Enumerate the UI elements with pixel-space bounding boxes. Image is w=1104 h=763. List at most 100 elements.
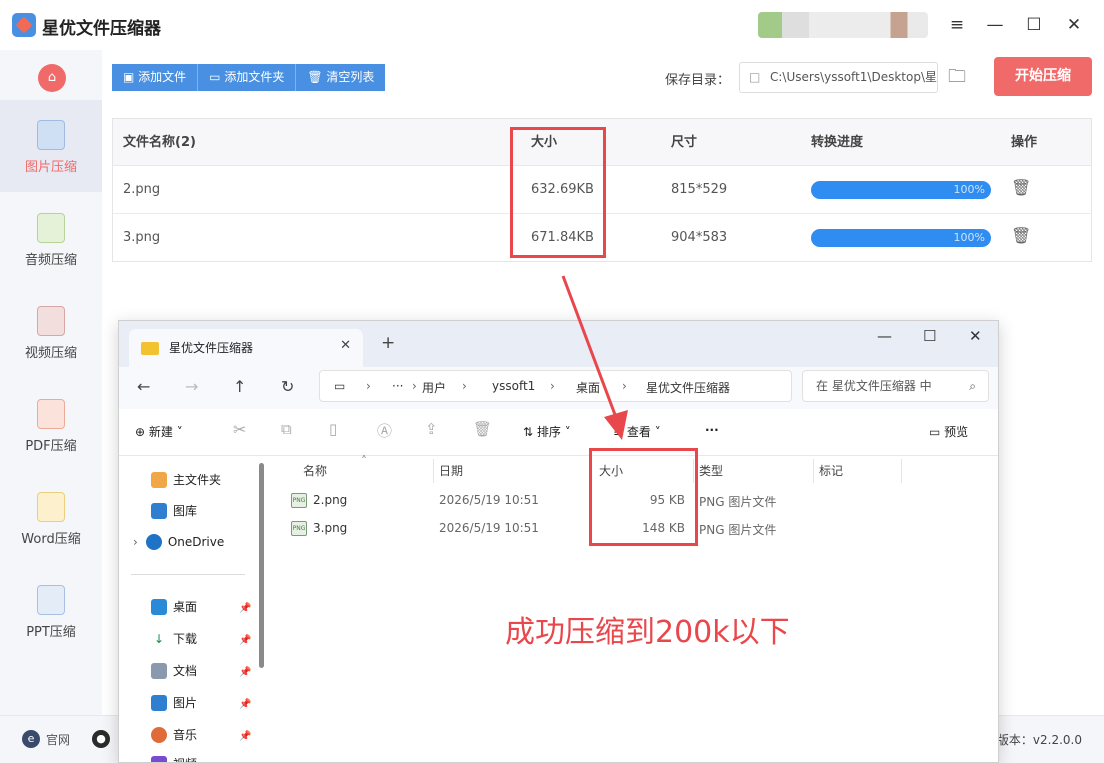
rename-icon[interactable]: Ⓐ — [377, 420, 392, 441]
explorer-nav-pane: 主文件夹 图库 › OneDrive 桌面 ↓ 下载 文档 图片 音乐 视频 📌 📌… — [119, 457, 271, 762]
refresh-icon[interactable]: ↻ — [281, 377, 294, 396]
breadcrumb-desktop[interactable]: 桌面 — [576, 379, 600, 396]
sidebar-item-word[interactable]: Word压缩 — [0, 472, 102, 564]
sidebar-item-video[interactable]: 视频压缩 — [0, 286, 102, 378]
progress-bar: 100% — [811, 181, 991, 199]
add-folder-button[interactable]: ▭ 添加文件夹 — [198, 64, 297, 91]
column-header-dimensions: 尺寸 — [671, 135, 698, 150]
nav-item-onedrive[interactable]: › OneDrive — [133, 534, 224, 550]
nav-item-gallery[interactable]: 图库 — [151, 502, 197, 519]
cut-icon[interactable]: ✂ — [233, 420, 246, 439]
delete-icon[interactable]: 🗑 — [473, 420, 492, 438]
preview-label: 预览 — [944, 425, 969, 439]
png-file-icon: PNG — [291, 493, 307, 508]
explorer-close-button[interactable]: ✕ — [969, 327, 982, 345]
breadcrumb-user[interactable]: yssoft1 — [492, 379, 535, 393]
nav-item-label: 视频 — [173, 755, 197, 762]
minimize-button[interactable]: — — [982, 12, 1008, 38]
audio-icon — [37, 213, 65, 243]
nav-item-videos[interactable]: 视频 — [151, 755, 197, 762]
progress-text: 100% — [953, 231, 985, 244]
new-button[interactable]: ⊕ 新建 ˅ — [135, 423, 183, 440]
nav-item-desktop[interactable]: 桌面 — [151, 598, 197, 615]
nav-item-label: 图库 — [173, 504, 198, 518]
computer-icon: ▭ — [334, 379, 346, 393]
forward-icon[interactable]: → — [185, 377, 198, 396]
add-folder-label: 添加文件夹 — [224, 70, 285, 84]
add-file-button[interactable]: ▣ 添加文件 — [112, 64, 199, 91]
progress-bar: 100% — [811, 229, 991, 247]
sidebar-item-label: 音频压缩 — [24, 253, 77, 268]
file-date: 2026/5/19 10:51 — [439, 493, 539, 507]
sidebar: ⌂ 图片压缩 音频压缩 视频压缩 PDF压缩 Word压缩 PPT压缩 — [0, 50, 102, 715]
nav-item-home[interactable]: 主文件夹 — [151, 471, 221, 488]
menu-icon[interactable]: ≡ — [944, 12, 970, 38]
up-icon[interactable]: ↑ — [233, 377, 246, 396]
chat-icon[interactable]: ● — [92, 730, 111, 748]
preview-button[interactable]: ▭ 预览 — [929, 423, 968, 440]
sidebar-item-ppt[interactable]: PPT压缩 — [0, 565, 102, 657]
search-input[interactable]: 在 星优文件压缩器 中 ⌕ — [802, 370, 989, 402]
nav-item-downloads[interactable]: ↓ 下载 — [151, 630, 197, 647]
back-icon[interactable]: ← — [137, 377, 150, 396]
paste-icon[interactable]: ▯ — [329, 420, 337, 438]
breadcrumb-users[interactable]: 用户 — [422, 379, 446, 396]
column-type[interactable]: 类型 — [699, 462, 723, 479]
maximize-button[interactable]: ☐ — [1021, 12, 1047, 38]
file-name: 2.png — [313, 493, 348, 507]
explorer-minimize-button[interactable]: — — [877, 327, 892, 345]
toolbar: ▣ 添加文件 ▭ 添加文件夹 🗑 清空列表 — [112, 64, 386, 91]
pin-icon: 📌 — [239, 731, 252, 742]
sidebar-item-audio[interactable]: 音频压缩 — [0, 193, 102, 285]
sidebar-item-pdf[interactable]: PDF压缩 — [0, 379, 102, 471]
sort-button[interactable]: ⇅ 排序 ˅ — [523, 423, 571, 440]
expand-chevron-icon[interactable]: › — [133, 535, 138, 549]
column-tags[interactable]: 标记 — [819, 462, 843, 479]
pin-icon: 📌 — [239, 667, 252, 678]
file-type: PNG 图片文件 — [699, 523, 777, 537]
column-divider — [901, 459, 902, 483]
folder-icon — [141, 342, 159, 355]
close-button[interactable]: ✕ — [1061, 12, 1087, 38]
open-folder-icon[interactable]: 🗀 — [948, 66, 970, 88]
column-divider — [433, 459, 434, 483]
nav-item-pictures[interactable]: 图片 — [151, 694, 197, 711]
file-dimensions: 904*583 — [671, 230, 728, 245]
clear-list-button[interactable]: 🗑 清空列表 — [296, 64, 386, 91]
file-explorer-window: 星优文件压缩器 ✕ + — ☐ ✕ ← → ↑ ↻ ▭ › ··· › 用户 ›… — [118, 320, 999, 763]
new-tab-button[interactable]: + — [381, 333, 395, 353]
save-dir-input[interactable]: C:\Users\yssoft1\Desktop\星 — [739, 62, 938, 93]
column-name[interactable]: 名称 — [303, 462, 327, 479]
view-button[interactable]: ≡ 查看 ˅ — [613, 423, 661, 440]
sidebar-item-label: PDF压缩 — [25, 439, 77, 454]
explorer-maximize-button[interactable]: ☐ — [923, 327, 936, 345]
user-avatar[interactable] — [758, 12, 928, 38]
home-icon[interactable]: ⌂ — [38, 64, 66, 92]
explorer-nav-bar: ← → ↑ ↻ ▭ › ··· › 用户 › yssoft1 › 桌面 › 星优… — [119, 367, 998, 409]
file-name: 3.png — [123, 230, 161, 245]
copy-icon[interactable]: ⧉ — [281, 420, 292, 438]
sort-label: 排序 — [536, 425, 561, 439]
share-icon[interactable]: ⇪ — [425, 420, 438, 438]
column-divider — [813, 459, 814, 483]
column-date[interactable]: 日期 — [439, 462, 463, 479]
more-button[interactable]: ··· — [705, 423, 719, 437]
nav-item-documents[interactable]: 文档 — [151, 662, 197, 679]
nav-scrollbar[interactable] — [259, 463, 264, 668]
close-tab-icon[interactable]: ✕ — [340, 338, 351, 353]
video-icon — [37, 306, 65, 336]
address-bar[interactable]: ▭ › ··· › 用户 › yssoft1 › 桌面 › 星优文件压缩器 — [319, 370, 792, 402]
breadcrumb-current[interactable]: 星优文件压缩器 — [646, 379, 730, 396]
highlight-compressed-size — [589, 448, 698, 546]
sidebar-item-image[interactable]: 图片压缩 — [0, 100, 102, 192]
trash-icon[interactable]: 🗑 — [1011, 226, 1031, 245]
explorer-tab[interactable]: 星优文件压缩器 ✕ — [129, 329, 363, 367]
file-name: 2.png — [123, 182, 161, 197]
trash-icon[interactable]: 🗑 — [1011, 178, 1031, 197]
home-folder-icon — [151, 471, 167, 488]
website-link[interactable]: e 官网 ● — [22, 730, 116, 748]
start-compress-button[interactable]: 开始压缩 — [994, 57, 1092, 96]
breadcrumb-more[interactable]: ··· — [392, 379, 403, 393]
nav-item-music[interactable]: 音乐 — [151, 726, 197, 743]
pin-icon: 📌 — [239, 603, 252, 614]
